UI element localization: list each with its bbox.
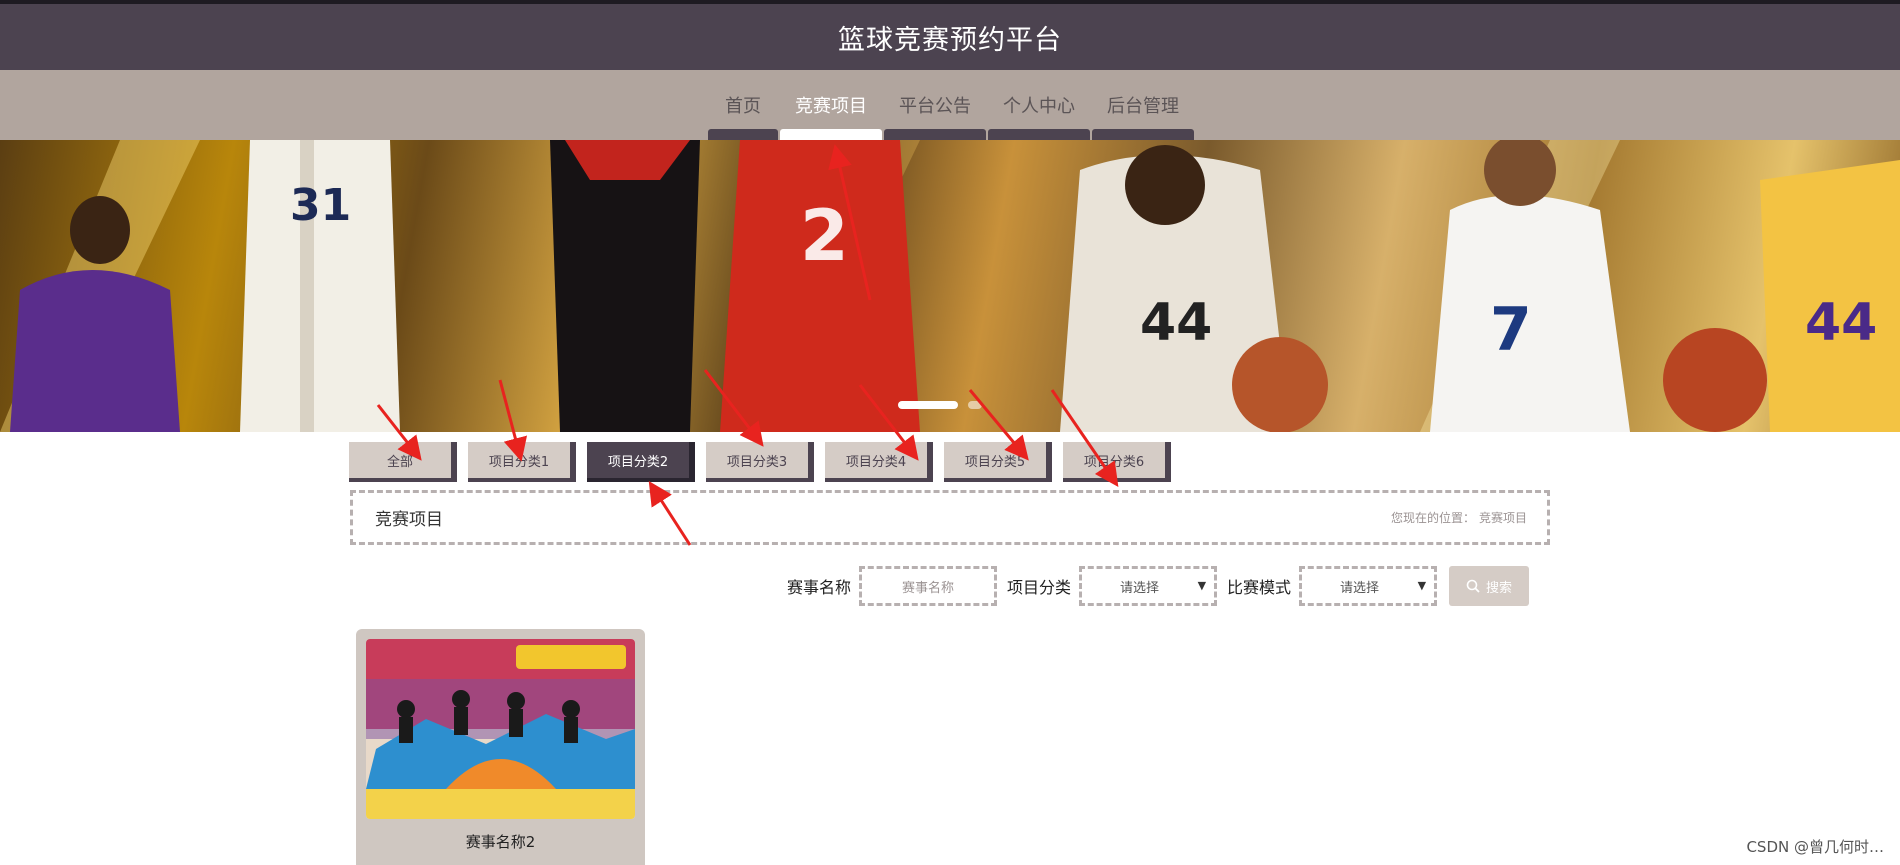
mode-label: 比赛模式 <box>1227 578 1292 597</box>
carousel-indicators <box>898 401 982 409</box>
jersey-number: 44 <box>1805 293 1877 353</box>
name-search-input[interactable]: 赛事名称 <box>859 566 998 606</box>
nav-item-admin[interactable]: 后台管理 <box>1091 70 1195 140</box>
chevron-down-icon: ▼ <box>1197 579 1207 592</box>
page-title: 竞赛项目 <box>375 510 443 530</box>
search-form: 赛事名称 赛事名称 项目分类 请选择 ▼ 比赛模式 请选择 ▼ 搜索 <box>787 565 1530 607</box>
site-header: 篮球竞赛预约平台 <box>0 4 1900 70</box>
mode-select[interactable]: 请选择 ▼ <box>1299 566 1438 606</box>
jersey-number: 44 <box>1140 293 1212 353</box>
tab-category-4[interactable]: 项目分类4 <box>825 442 933 482</box>
carousel-dot[interactable] <box>968 401 982 409</box>
tab-category-1[interactable]: 项目分类1 <box>468 442 576 482</box>
nav-underline <box>884 129 986 140</box>
nav-item-label: 平台公告 <box>899 96 971 117</box>
nav-item-profile[interactable]: 个人中心 <box>987 70 1091 140</box>
location-prefix: 您现在的位置： <box>1390 511 1475 525</box>
tab-category-3[interactable]: 项目分类3 <box>706 442 814 482</box>
site-title: 篮球竞赛预约平台 <box>838 24 1062 56</box>
jersey-number: 31 <box>290 180 351 231</box>
nav-item-home[interactable]: 首页 <box>707 70 779 140</box>
search-button[interactable]: 搜索 <box>1449 566 1530 606</box>
nav-underline <box>708 129 778 140</box>
location-current-link[interactable]: 竞赛项目 <box>1479 509 1527 526</box>
category-select-value: 请选择 <box>1120 580 1160 596</box>
chevron-down-icon: ▼ <box>1417 579 1427 592</box>
nav-underline <box>780 129 882 140</box>
category-label: 项目分类 <box>1007 578 1072 597</box>
jersey-number: 2 <box>800 195 849 277</box>
competition-poster-image <box>366 639 635 819</box>
nav-item-label: 竞赛项目 <box>795 96 867 117</box>
tab-category-6[interactable]: 项目分类6 <box>1063 442 1171 482</box>
tab-category-5[interactable]: 项目分类5 <box>944 442 1052 482</box>
category-select[interactable]: 请选择 ▼ <box>1079 566 1218 606</box>
mode-select-value: 请选择 <box>1340 580 1380 596</box>
banner-carousel[interactable]: 31 2 44 7 44 <box>0 140 1900 432</box>
location-path: 您现在的位置： 竞赛项目 <box>1391 509 1527 526</box>
jersey-number: 7 <box>1490 295 1532 365</box>
category-tabs: 全部 项目分类1 项目分类2 项目分类3 项目分类4 项目分类5 项目分类6 <box>349 442 1171 482</box>
breadcrumb: 竞赛项目 您现在的位置： 竞赛项目 <box>350 490 1550 545</box>
nav-item-label: 后台管理 <box>1107 96 1179 117</box>
poster-illustration <box>366 639 635 819</box>
tab-all[interactable]: 全部 <box>349 442 457 482</box>
search-icon <box>1466 579 1480 593</box>
banner-players-illustration: 31 2 44 7 44 <box>0 140 1900 432</box>
nav-item-announcements[interactable]: 平台公告 <box>883 70 987 140</box>
search-button-label: 搜索 <box>1486 580 1513 596</box>
carousel-dot-active[interactable] <box>898 401 958 409</box>
name-label: 赛事名称 <box>787 578 852 597</box>
tab-category-2[interactable]: 项目分类2 <box>587 442 695 482</box>
competition-name: 赛事名称2 <box>465 833 536 851</box>
watermark: CSDN @曾几何时… <box>1746 838 1884 856</box>
main-nav: 首页 竞赛项目 平台公告 个人中心 后台管理 <box>0 70 1900 140</box>
competition-card[interactable]: 赛事名称2 <box>356 629 645 865</box>
nav-item-label: 首页 <box>725 96 761 117</box>
nav-underline <box>988 129 1090 140</box>
nav-item-competitions[interactable]: 竞赛项目 <box>779 70 883 140</box>
page: 篮球竞赛预约平台 首页 竞赛项目 平台公告 个人中心 后台管理 31 2 44 … <box>0 0 1900 865</box>
nav-item-label: 个人中心 <box>1003 96 1075 117</box>
nav-underline <box>1092 129 1194 140</box>
